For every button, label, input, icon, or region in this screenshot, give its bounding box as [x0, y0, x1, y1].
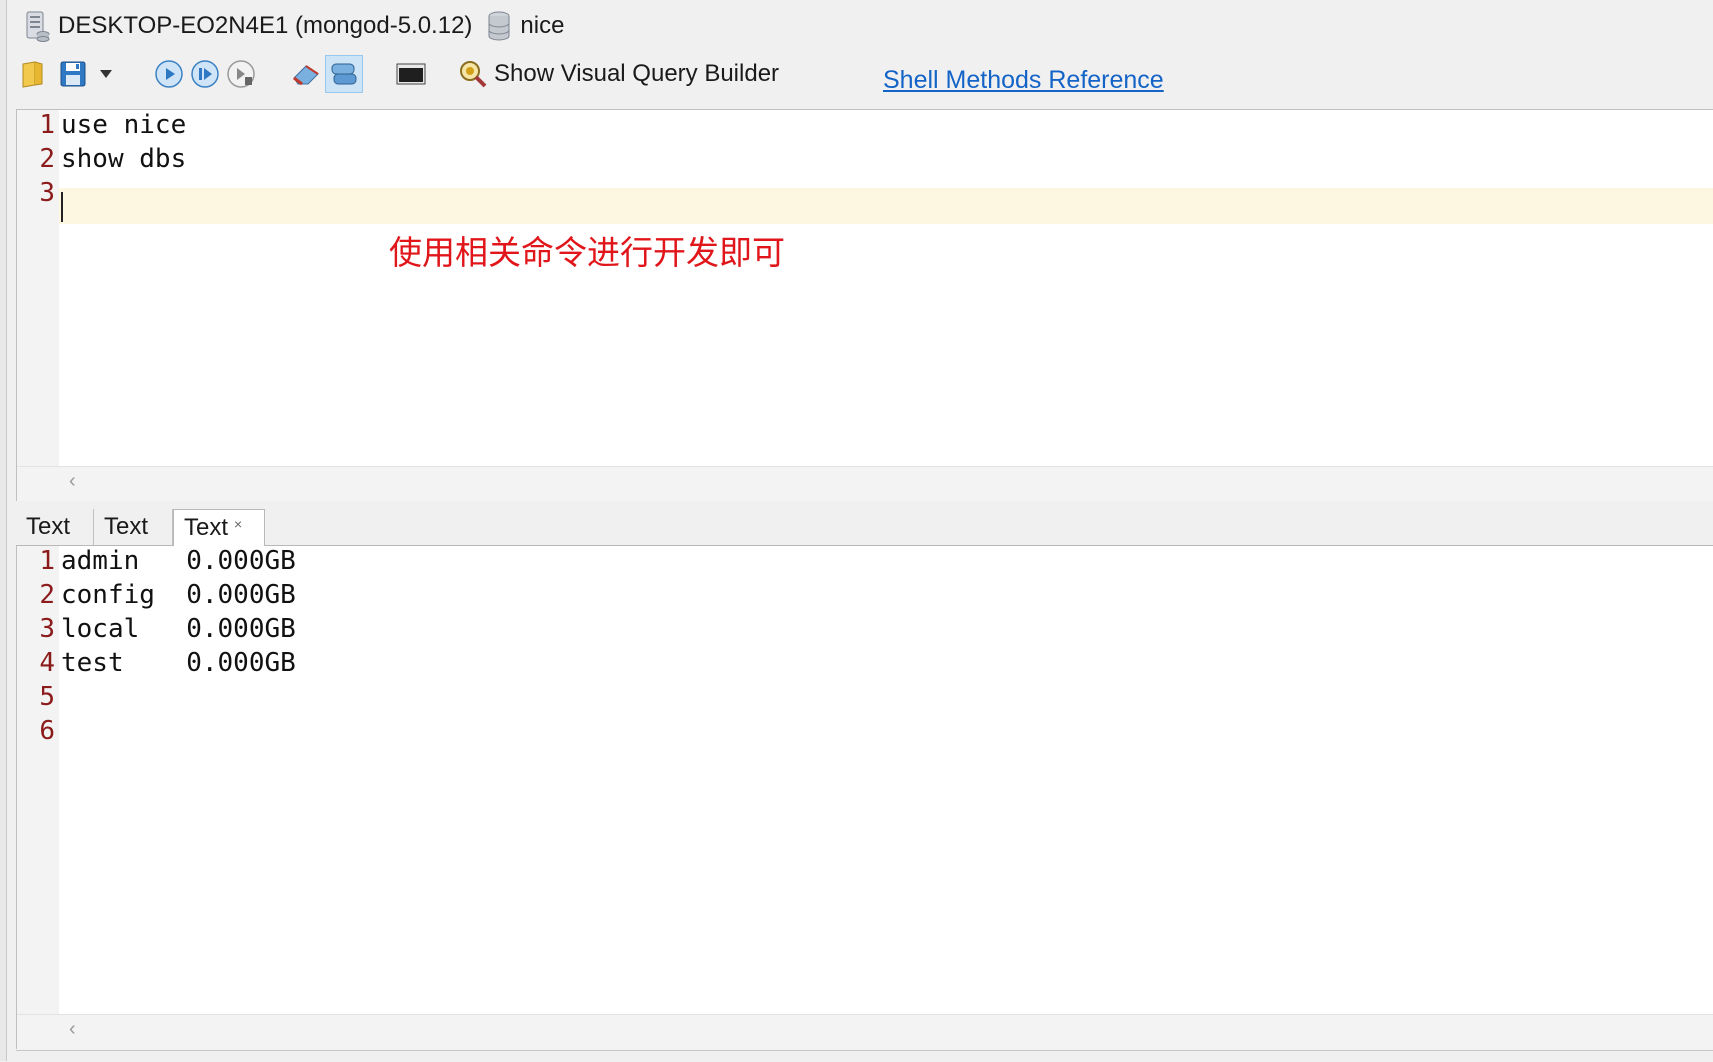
bottom-edge	[16, 1050, 1713, 1062]
visual-query-builder-button[interactable]: Show Visual Query Builder	[458, 55, 788, 93]
tab-text-1[interactable]: Text	[16, 509, 94, 545]
tab-label: Text	[26, 513, 71, 540]
terminal-icon	[395, 61, 427, 87]
query-editor[interactable]: 1 use nice 2 show dbs 3 使用相关命令进行开发即可 ‹	[16, 109, 1713, 501]
open-folder-button[interactable]	[18, 55, 48, 93]
tab-label: Text	[104, 513, 149, 540]
output-line: test 0.000GB	[61, 648, 296, 678]
line-number: 1	[39, 546, 55, 576]
close-icon[interactable]: ×	[234, 516, 242, 532]
output-line: config 0.000GB	[61, 580, 296, 610]
result-output[interactable]: 1 admin 0.000GB 2 config 0.000GB 3 local…	[16, 546, 1713, 1049]
result-tabs: Text Text Text ×	[16, 509, 1713, 546]
line-number: 2	[39, 580, 55, 610]
query-builder-label: Show Visual Query Builder	[494, 60, 780, 87]
output-horizontal-scrollbar[interactable]: ‹	[17, 1014, 1713, 1049]
scroll-left-icon[interactable]: ‹	[69, 1018, 76, 1041]
line-number: 2	[39, 144, 55, 174]
line-number: 6	[39, 716, 55, 746]
server-icon	[24, 10, 50, 42]
annotation-text: 使用相关命令进行开发即可	[389, 233, 785, 272]
clear-button[interactable]	[288, 55, 324, 93]
connection-bar: DESKTOP-EO2N4E1 (mongod-5.0.12) nice	[24, 8, 564, 44]
tab-text-3[interactable]: Text ×	[173, 509, 265, 546]
open-folder-icon	[20, 60, 46, 88]
output-line: admin 0.000GB	[61, 546, 296, 576]
connection-mode-button[interactable]	[325, 55, 363, 93]
save-button[interactable]	[56, 55, 90, 93]
database-icon	[486, 10, 512, 42]
editor-horizontal-scrollbar[interactable]: ‹	[17, 466, 1713, 501]
step-execute-icon	[226, 59, 256, 89]
query-builder-icon	[458, 59, 488, 89]
scroll-left-icon[interactable]: ‹	[69, 470, 76, 493]
toolbar: Show Visual Query Builder	[18, 55, 1713, 101]
current-line-highlight	[59, 188, 1713, 224]
terminal-button[interactable]	[393, 55, 429, 93]
database-name[interactable]: nice	[520, 12, 564, 40]
code-line[interactable]: show dbs	[61, 144, 186, 174]
eraser-icon	[290, 60, 322, 88]
tab-text-2[interactable]: Text	[94, 509, 173, 545]
line-number: 5	[39, 682, 55, 712]
execute-current-icon	[190, 59, 220, 89]
connection-host[interactable]: DESKTOP-EO2N4E1 (mongod-5.0.12)	[58, 12, 472, 40]
shell-methods-reference-link[interactable]: Shell Methods Reference	[883, 66, 1164, 95]
text-caret	[61, 192, 63, 222]
step-execute-button[interactable]	[224, 55, 258, 93]
window-left-edge	[0, 0, 7, 1061]
line-number: 3	[39, 614, 55, 644]
execute-icon	[154, 59, 184, 89]
execute-current-button[interactable]	[188, 55, 222, 93]
line-number: 3	[39, 178, 55, 208]
tab-label: Text	[184, 514, 229, 541]
connection-icon	[328, 60, 360, 88]
line-number: 4	[39, 648, 55, 678]
dropdown-arrow-icon	[99, 69, 113, 79]
save-icon	[59, 60, 87, 88]
code-line[interactable]: use nice	[61, 110, 186, 140]
output-line: local 0.000GB	[61, 614, 296, 644]
execute-button[interactable]	[152, 55, 186, 93]
line-number: 1	[39, 110, 55, 140]
save-options-dropdown[interactable]	[96, 55, 116, 93]
